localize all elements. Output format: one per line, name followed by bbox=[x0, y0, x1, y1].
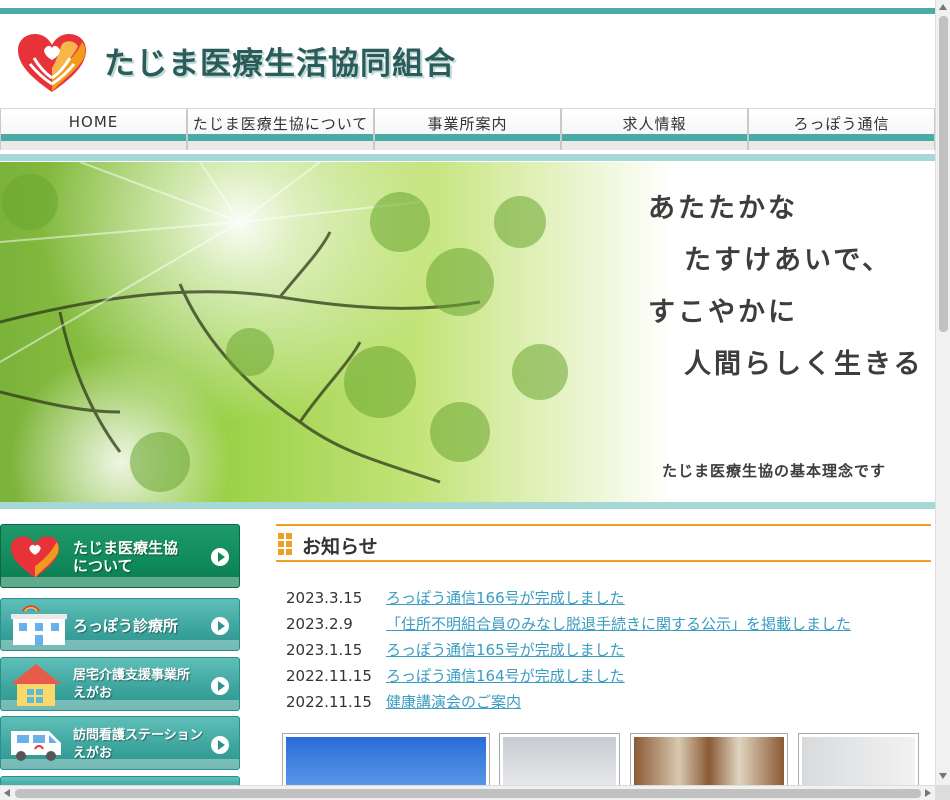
side-visiting-nurse-label: 訪問看護ステーション bbox=[73, 728, 203, 743]
heart-hands-logo-icon bbox=[10, 536, 60, 578]
news-date: 2023.3.15 bbox=[286, 589, 363, 607]
heart-hands-logo-icon[interactable] bbox=[16, 32, 88, 94]
news-item: 2023.1.15 ろっぽう通信165号が完成しました bbox=[286, 638, 931, 664]
arrow-right-icon bbox=[211, 548, 229, 566]
news-link[interactable]: ろっぽう通信164号が完成しました bbox=[386, 664, 625, 690]
side-care-support-label: 居宅介護支援事業所 bbox=[73, 668, 191, 683]
photo-thumbnail[interactable] bbox=[798, 733, 919, 785]
nav-about[interactable]: たじま医療生協について bbox=[187, 108, 374, 150]
scroll-right-icon[interactable] bbox=[925, 789, 931, 797]
side-care-support-button[interactable]: 居宅介護支援事業所 えがお bbox=[0, 657, 240, 711]
side-visiting-nurse-label: えがお bbox=[73, 746, 113, 761]
photo-image bbox=[503, 737, 616, 785]
side-about-button[interactable]: たじま医療生協 について bbox=[0, 524, 240, 588]
photo-thumbnail[interactable] bbox=[282, 733, 490, 785]
hero-subtitle: たじま医療生協の基本理念です bbox=[662, 462, 887, 480]
photo-image bbox=[286, 737, 486, 785]
hero-catchphrase: 人間らしく生きる bbox=[684, 349, 924, 380]
page: たじま医療生活協同組合 HOME たじま医療生協について 事業所案内 求人情報 … bbox=[0, 0, 935, 785]
horizontal-scrollbar[interactable] bbox=[0, 785, 935, 800]
arrow-right-icon bbox=[211, 677, 229, 695]
photo-image bbox=[802, 737, 915, 785]
scroll-down-icon[interactable] bbox=[939, 773, 947, 779]
hero-catchphrase: すこやかに bbox=[648, 297, 798, 328]
side-care-support-label: えがお bbox=[73, 686, 113, 701]
site-title: たじま医療生活協同組合 bbox=[104, 46, 456, 82]
news-link[interactable]: 「住所不明組合員のみなし脱退手続きに関する公示」を掲載しました bbox=[386, 612, 851, 638]
arrow-right-icon bbox=[211, 736, 229, 754]
hero-divider bbox=[0, 502, 935, 509]
nav-label: 事業所案内 bbox=[427, 115, 508, 133]
hero-catchphrase: あたたかな bbox=[648, 193, 798, 224]
side-next-button[interactable] bbox=[0, 776, 240, 785]
hero-catchphrase: たすけあいで、 bbox=[684, 245, 893, 276]
news-date: 2023.2.9 bbox=[286, 615, 353, 633]
van-icon bbox=[11, 731, 61, 761]
nav-jobs[interactable]: 求人情報 bbox=[561, 108, 748, 150]
side-about-label: について bbox=[73, 557, 133, 575]
nav-divider bbox=[0, 154, 935, 161]
news-link[interactable]: ろっぽう通信166号が完成しました bbox=[386, 586, 625, 612]
news-item: 2022.11.15 健康講演会のご案内 bbox=[286, 690, 931, 716]
nav-home[interactable]: HOME bbox=[0, 108, 187, 150]
news-heading: お知らせ bbox=[276, 524, 931, 562]
clinic-building-icon bbox=[11, 605, 67, 645]
photo-thumbnail[interactable] bbox=[630, 733, 788, 785]
news-date: 2022.11.15 bbox=[286, 667, 372, 685]
nav-newsletter[interactable]: ろっぽう通信 bbox=[748, 108, 935, 150]
news-date: 2023.1.15 bbox=[286, 641, 363, 659]
top-accent-bar bbox=[0, 8, 935, 14]
news-list: 2023.3.15 ろっぽう通信166号が完成しました 2023.2.9 「住所… bbox=[286, 586, 931, 716]
news-date: 2022.11.15 bbox=[286, 693, 372, 711]
vertical-scrollbar[interactable] bbox=[935, 0, 950, 785]
nav-facilities[interactable]: 事業所案内 bbox=[374, 108, 561, 150]
scrollbar-corner bbox=[935, 785, 950, 800]
nav-label: たじま医療生協について bbox=[192, 115, 369, 133]
news-grid-icon bbox=[278, 533, 292, 555]
nav-label: ろっぽう通信 bbox=[793, 115, 890, 133]
side-visiting-nurse-button[interactable]: 訪問看護ステーション えがお bbox=[0, 716, 240, 770]
house-icon bbox=[11, 664, 61, 706]
vertical-scroll-thumb[interactable] bbox=[939, 16, 948, 332]
nav-label: 求人情報 bbox=[622, 115, 687, 133]
side-clinic-label: ろっぽう診療所 bbox=[73, 617, 179, 635]
photo-image bbox=[634, 737, 784, 785]
scroll-up-icon[interactable] bbox=[939, 4, 947, 10]
side-about-label: たじま医療生協 bbox=[73, 539, 179, 557]
main-nav: HOME たじま医療生協について 事業所案内 求人情報 ろっぽう通信 bbox=[0, 108, 935, 150]
news-item: 2022.11.15 ろっぽう通信164号が完成しました bbox=[286, 664, 931, 690]
news-title: お知らせ bbox=[302, 536, 378, 558]
horizontal-scroll-thumb[interactable] bbox=[15, 789, 921, 798]
arrow-right-icon bbox=[211, 617, 229, 635]
news-link[interactable]: ろっぽう通信165号が完成しました bbox=[386, 638, 625, 664]
scroll-left-icon[interactable] bbox=[4, 789, 10, 797]
photo-thumbnail[interactable] bbox=[499, 733, 620, 785]
news-item: 2023.3.15 ろっぽう通信166号が完成しました bbox=[286, 586, 931, 612]
news-link[interactable]: 健康講演会のご案内 bbox=[386, 690, 521, 716]
nav-label: HOME bbox=[68, 113, 119, 131]
side-clinic-button[interactable]: ろっぽう診療所 bbox=[0, 598, 240, 651]
news-item: 2023.2.9 「住所不明組合員のみなし脱退手続きに関する公示」を掲載しました bbox=[286, 612, 931, 638]
